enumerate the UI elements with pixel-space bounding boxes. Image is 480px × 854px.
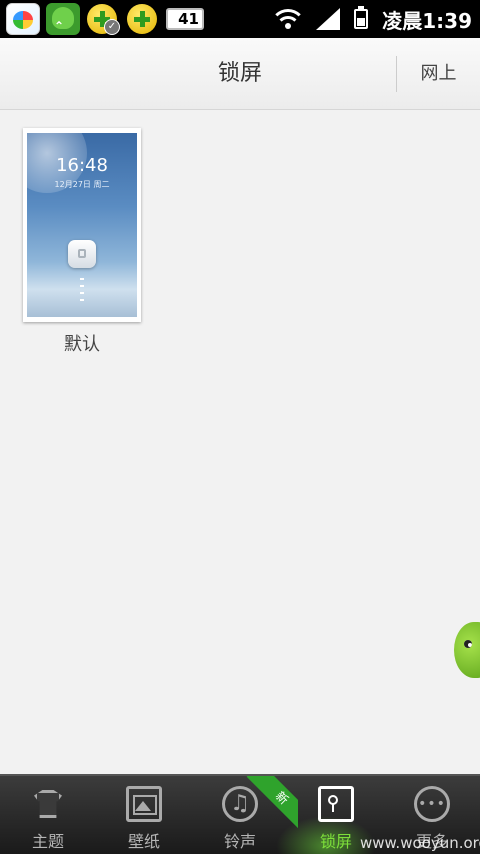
system-icons: 凌晨1:39 — [274, 0, 472, 38]
wifi-icon — [274, 8, 303, 30]
preview-time: 16:48 — [56, 155, 108, 176]
more-icon — [414, 786, 450, 822]
lockscreen-preview-image: 16:48 12月27日 周二 — [27, 133, 137, 317]
title-bar: 锁屏 网上 — [0, 38, 480, 110]
lockscreen-label[interactable]: 默认 — [23, 330, 141, 356]
preview-lock-icon — [68, 240, 96, 268]
tab-theme-label: 主题 — [31, 832, 64, 851]
status-time: 凌晨1:39 — [382, 8, 472, 33]
plus-check-icon: ✓ — [86, 3, 120, 35]
watermark: www.wooyun.org — [360, 834, 480, 852]
shirt-icon — [30, 786, 66, 822]
plus-icon — [126, 3, 160, 35]
tab-wallpaper[interactable]: 壁纸 — [96, 776, 192, 854]
color-swirl-app-icon — [6, 3, 40, 35]
online-button[interactable]: 网上 — [397, 38, 480, 110]
new-badge-text: 新 — [246, 776, 298, 834]
lockscreen-thumbnail[interactable]: 16:48 12月27日 周二 — [23, 128, 141, 322]
status-bar: ⌃ ✓ 41 凌晨1:39 — [0, 0, 480, 38]
notification-icons: ⌃ ✓ 41 — [6, 3, 204, 35]
tab-theme[interactable]: 主题 — [0, 776, 96, 854]
new-badge: 新 — [238, 776, 298, 834]
box-badge-count: 41 — [178, 10, 199, 28]
frog-update-icon: ⌃ — [46, 3, 80, 35]
battery-icon — [354, 6, 369, 29]
picture-icon — [126, 786, 162, 822]
preview-date: 12月27日 周二 — [54, 180, 110, 189]
box-badge-icon: 41 — [166, 8, 204, 30]
tab-wallpaper-label: 壁纸 — [127, 832, 160, 851]
floating-mascot-icon[interactable] — [454, 622, 480, 678]
lock-icon — [318, 786, 354, 822]
signal-icon — [316, 8, 341, 30]
preview-swipe-dots — [80, 278, 84, 304]
